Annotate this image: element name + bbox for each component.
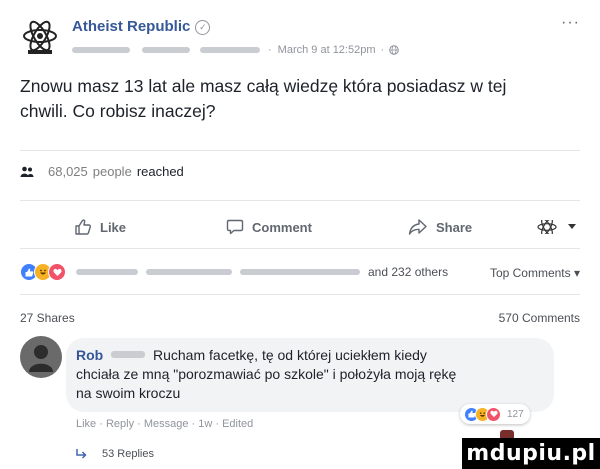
comments-count[interactable]: 570 Comments: [499, 311, 580, 325]
page-name-link[interactable]: Atheist Republic ✓: [72, 18, 211, 35]
comment-text-line1: Rucham facetkę, tę od której uciekłem ki…: [153, 347, 427, 363]
post-text-line: Znowu masz 13 lat ale masz całą wiedzę k…: [20, 76, 507, 96]
love-reaction-icon: [48, 263, 66, 281]
redacted-author: [142, 47, 190, 53]
share-arrow-icon: [408, 219, 427, 235]
redacted-author: [72, 47, 130, 53]
comment-reactions[interactable]: 127: [460, 404, 530, 424]
page-name[interactable]: Atheist Republic: [72, 18, 190, 35]
meta-separator: ·: [268, 44, 272, 56]
shares-count[interactable]: 27 Shares: [20, 311, 75, 325]
thumbs-up-icon: [75, 219, 92, 235]
people-icon: [20, 166, 34, 177]
comment-text: Rob Rucham facetkę, tę od której uciekłe…: [76, 346, 546, 403]
love-reaction-icon: [486, 406, 501, 422]
redacted-surname: [111, 351, 146, 358]
atom-logo-small-icon: [537, 220, 557, 234]
redacted-name: [76, 269, 138, 275]
like-button[interactable]: Like: [74, 218, 126, 236]
comment-text-line2: chciała ze mną "porozmawiać po szkole" i…: [76, 366, 457, 382]
globe-icon: [389, 45, 399, 55]
divider: [20, 248, 580, 249]
reactions-others[interactable]: and 232 others: [368, 265, 448, 279]
post-meta: · March 9 at 12:52pm ·: [72, 44, 399, 56]
reach-label: reached: [136, 164, 184, 179]
share-label: Share: [436, 219, 473, 235]
post-text-line: chwili. Co robisz inaczej?: [20, 101, 216, 121]
commenter-avatar[interactable]: [20, 336, 62, 378]
comment-actions[interactable]: Like · Reply · Message · 1w · Edited: [76, 418, 253, 430]
watermark-logo: mdupiu.pl: [462, 438, 600, 469]
reply-arrow-icon: [76, 449, 87, 459]
redacted-author: [200, 47, 260, 53]
comment-reaction-count: 127: [507, 408, 524, 420]
divider: [20, 150, 580, 151]
chevron-down-icon: [568, 224, 576, 229]
like-label: Like: [100, 219, 127, 235]
reactions-summary[interactable]: and 232 others: [20, 262, 448, 282]
reach-row: 68,025 people reached: [20, 164, 184, 179]
post-timestamp[interactable]: March 9 at 12:52pm: [278, 44, 376, 56]
share-button[interactable]: Share: [408, 218, 472, 236]
redacted-name: [146, 269, 232, 275]
comment-text-line: Rob Rucham facetkę, tę od której uciekłe…: [76, 346, 546, 365]
post-text: Znowu masz 13 lat ale masz całą wiedzę k…: [20, 74, 580, 124]
post-as-selector[interactable]: [536, 220, 584, 234]
reach-count: 68,025: [48, 164, 88, 179]
reach-people-label: people: [92, 164, 132, 179]
more-options-icon[interactable]: ···: [561, 14, 580, 32]
comment-button[interactable]: Comment: [226, 218, 312, 236]
meta-separator: ·: [380, 44, 385, 56]
view-replies-link[interactable]: 53 Replies: [76, 448, 154, 460]
comment-icon: [226, 219, 244, 235]
comment-author[interactable]: Rob: [76, 347, 103, 363]
atom-logo-icon: [23, 20, 57, 54]
comment-label: Comment: [252, 219, 312, 235]
verified-badge-icon: ✓: [195, 20, 211, 35]
comment-text-line3: na swoim kroczu: [76, 385, 181, 401]
top-comments-dropdown[interactable]: Top Comments ▾: [490, 266, 580, 280]
divider: [20, 294, 580, 295]
replies-label: 53 Replies: [102, 448, 154, 460]
page-avatar[interactable]: [20, 18, 60, 58]
divider: [20, 200, 580, 201]
redacted-name: [240, 269, 360, 275]
person-silhouette-icon: [29, 345, 53, 372]
